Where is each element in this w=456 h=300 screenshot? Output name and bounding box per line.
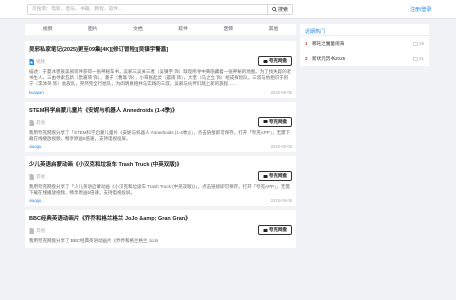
tab-image[interactable]: 图片: [70, 24, 115, 35]
resource-card: STEM科学启蒙儿童片《安妮与机器人 Annedroids (1-4季)》 其他…: [25, 101, 296, 153]
resource-list: 吴邪私家笔记(2025)更至09集[4K][修订冒险][吴镇宇警嘉] 视频 夸克…: [25, 41, 296, 252]
eye-icon: [413, 41, 419, 46]
hot-item[interactable]: 2 新状元历书2025 51: [300, 51, 429, 66]
resource-title[interactable]: 少儿英语启蒙动画《小汉克和垃圾车 Trash Truck (中英双版)》: [29, 160, 292, 168]
resource-card: 少儿英语启蒙动画《小汉克和垃圾车 Trash Truck (中英双版)》 其他 …: [25, 156, 296, 207]
hot-label: 新状元历书2025: [312, 55, 346, 61]
login-register-link[interactable]: 注册/登录: [410, 6, 431, 13]
file-icon: [29, 228, 34, 235]
hot-rank: 2: [305, 56, 308, 61]
category-tabs: 视频 图片 文档 软件 音频 其他: [25, 24, 296, 35]
resource-date: 2026-09-06: [270, 89, 292, 95]
hot-rank: 1: [305, 41, 308, 46]
resource-source[interactable]: xiaogu: [29, 198, 41, 203]
resource-type: 其他: [36, 119, 45, 125]
resource-title[interactable]: BBC经典英语动画片《乔乔和格兰格兰 JoJo &amp; Gran Gran》: [29, 214, 292, 222]
resource-card: 吴邪私家笔记(2025)更至09集[4K][修订冒险][吴镇宇警嘉] 视频 夸克…: [25, 41, 296, 98]
cloud-drive-icon: [263, 120, 268, 124]
search-button[interactable]: 搜索: [267, 4, 293, 15]
tab-audio[interactable]: 音频: [206, 24, 251, 35]
view-count: 51: [413, 56, 424, 61]
cloud-drive-icon: [263, 59, 268, 63]
view-count: 66: [413, 41, 424, 46]
hot-sidebar: 近期热门 1 哪吒之魔童闹海 66 2 新状元历书2025 51: [300, 24, 429, 66]
tab-software[interactable]: 软件: [161, 24, 206, 35]
top-header: 搜索 注册/登录: [0, 0, 456, 19]
file-icon: [29, 119, 34, 126]
search-input[interactable]: [27, 4, 267, 15]
file-icon: [29, 174, 34, 181]
resource-date: 2026-09-06: [270, 144, 292, 150]
resource-source[interactable]: xiaogu: [29, 144, 41, 149]
quark-drive-button[interactable]: 夸克网盘: [258, 56, 292, 66]
tab-video[interactable]: 视频: [25, 24, 70, 35]
resource-date: 2026-09-06: [270, 198, 292, 204]
sidebar-title: 近期热门: [300, 24, 429, 36]
resource-title[interactable]: 吴邪私家笔记(2025)更至09集[4K][修订冒险][吴镇宇警嘉]: [29, 45, 292, 53]
eye-icon: [413, 56, 419, 61]
search-icon: [272, 7, 277, 12]
resource-card: BBC经典英语动画片《乔乔和格兰格兰 JoJo &amp; Gran Gran》…: [25, 210, 296, 248]
resource-description: 我用夸克网盘分享了「STEM科学启蒙儿童片《安妮与机器人 Annedroids …: [29, 129, 291, 141]
hot-item[interactable]: 1 哪吒之魔童闹海 66: [300, 36, 429, 51]
resource-description: 描述：于夏冰善族美邪资件获得一张神秘车书，吴邪三吴关三者（吴镇宇 饰）取现所寻中…: [29, 69, 292, 87]
quark-drive-button[interactable]: 夸克网盘: [258, 116, 292, 127]
resource-description: 我用夸克网盘分享了:BBC经典英语动画片《乔乔和格兰格兰 JoJo: [29, 238, 159, 244]
resource-title[interactable]: STEM科学启蒙儿童片《安妮与机器人 Annedroids (1-4季)》: [29, 106, 292, 114]
resource-type: 视频: [36, 59, 45, 64]
resource-description: 我用夸克网盘分享了「少儿英语启蒙动画《小汉克和垃圾车 Trash Truck (…: [29, 184, 290, 196]
search-button-label: 搜索: [277, 7, 288, 13]
quark-drive-button[interactable]: 夸克网盘: [258, 225, 292, 236]
resource-type: 其他: [36, 228, 45, 234]
video-file-icon: [29, 59, 34, 65]
cloud-drive-icon: [263, 228, 268, 232]
tab-document[interactable]: 文档: [115, 24, 160, 35]
quark-drive-button[interactable]: 夸克网盘: [258, 171, 292, 182]
tab-other[interactable]: 其他: [251, 24, 296, 35]
hot-label: 哪吒之魔童闹海: [312, 40, 345, 46]
resource-source[interactable]: kuaipan: [29, 90, 44, 95]
cloud-drive-icon: [263, 174, 268, 178]
resource-type: 其他: [36, 174, 45, 180]
